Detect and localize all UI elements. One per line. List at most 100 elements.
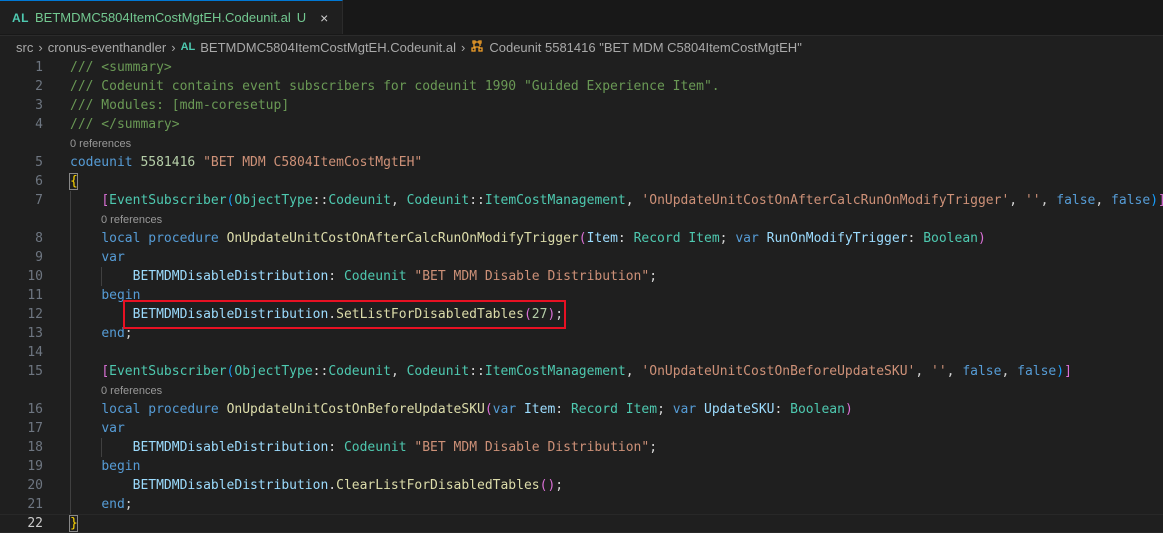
code-token: "BET MDM Disable Distribution": [414, 269, 650, 284]
code-line[interactable]: 18 BETMDMDisableDistribution: Codeunit "…: [0, 438, 1163, 457]
chevron-right-icon: ›: [461, 39, 466, 55]
code-token: '': [1024, 193, 1041, 208]
tab-bar: AL BETMDMC5804ItemCostMgtEH.Codeunit.al …: [0, 0, 1163, 36]
line-number: 4: [35, 117, 43, 132]
code-token: :: [328, 440, 344, 455]
code-token: Codeunit: [343, 440, 407, 455]
code-line[interactable]: 6{: [0, 172, 1163, 191]
code-line[interactable]: 15 [EventSubscriber(ObjectType::Codeunit…: [0, 362, 1163, 381]
code-token: :: [328, 269, 344, 284]
code-lens-references[interactable]: 0 references: [101, 213, 162, 227]
red-highlight-box: [123, 300, 566, 329]
code-token: /// Modules: [mdm-coresetup]: [70, 98, 290, 113]
code-token: ]: [1158, 193, 1163, 208]
code-line[interactable]: 9 var: [0, 248, 1163, 267]
code-token: BETMDMDisableDistribution: [132, 269, 329, 284]
code-line[interactable]: 20 BETMDMDisableDistribution.ClearListFo…: [0, 476, 1163, 495]
editor-tab[interactable]: AL BETMDMC5804ItemCostMgtEH.Codeunit.al …: [0, 0, 344, 34]
code-line[interactable]: 1 /// <summary>: [0, 58, 1163, 77]
code-line[interactable]: 3 /// Modules: [mdm-coresetup]: [0, 96, 1163, 115]
untracked-status-badge: U: [296, 10, 307, 25]
code-text: /// </summary>: [70, 115, 180, 134]
code-token: var: [672, 402, 697, 417]
code-token: ItemCostManagement: [484, 364, 626, 379]
code-token: UpdateSKU: [704, 402, 775, 417]
code-line[interactable]: 4 /// </summary>: [0, 115, 1163, 134]
line-number: 1: [35, 60, 43, 75]
line-number: 6: [35, 174, 43, 189]
line-number: 3: [35, 98, 43, 113]
code-line[interactable]: 2 /// Codeunit contains event subscribers…: [0, 77, 1163, 96]
code-token: procedure: [148, 402, 219, 417]
code-token: /// </summary>: [70, 117, 180, 132]
code-token: "BET MDM Disable Distribution": [414, 440, 650, 455]
code-token: Item: [523, 402, 556, 417]
code-line[interactable]: 22}: [0, 514, 1163, 533]
code-editor[interactable]: 1 /// <summary> 2 /// Codeunit contains eve…: [0, 58, 1163, 533]
code-token: ItemCostManagement: [484, 193, 626, 208]
code-line[interactable]: 21 end;: [0, 495, 1163, 514]
code-token: ObjectType: [234, 193, 313, 208]
code-lens-references[interactable]: 0 references: [101, 384, 162, 398]
code-line[interactable]: 10 BETMDMDisableDistribution: Codeunit "…: [0, 267, 1163, 286]
code-line[interactable]: 19 begin: [0, 457, 1163, 476]
code-token: /// Codeunit contains event subscribers …: [70, 79, 720, 94]
code-line[interactable]: 8 local procedure OnUpdateUnitCostOnAfte…: [0, 229, 1163, 248]
code-token: ClearListForDisabledTables: [336, 478, 540, 493]
line-number: 11: [27, 288, 43, 303]
code-token: ;: [649, 269, 658, 284]
code-token: Item: [688, 231, 720, 246]
code-token: ,: [625, 193, 642, 208]
code-token: ]: [1064, 364, 1072, 379]
breadcrumb-item-file[interactable]: BETMDMC5804ItemCostMgtEH.Codeunit.al: [200, 40, 456, 55]
code-token: Record: [633, 231, 681, 246]
code-token: ;: [657, 402, 673, 417]
code-token: :: [617, 231, 634, 246]
code-token: OnUpdateUnitCostOnBeforeUpdateSKU: [226, 402, 485, 417]
code-token: BETMDMDisableDistribution: [132, 478, 329, 493]
breadcrumb-item-folder[interactable]: cronus-eventhandler: [48, 40, 167, 55]
code-line[interactable]: 16 local procedure OnUpdateUnitCostOnBef…: [0, 400, 1163, 419]
code-text: var: [70, 248, 124, 267]
code-lens-references[interactable]: 0 references: [70, 137, 131, 151]
line-number: 20: [27, 478, 43, 493]
code-token: :: [555, 402, 571, 417]
code-token: ::: [469, 364, 485, 379]
code-token: ): [977, 231, 986, 246]
code-line[interactable]: 5 codeunit 5581416 "BET MDM C5804ItemCost…: [0, 153, 1163, 172]
line-number: 21: [27, 497, 43, 512]
code-token: '': [931, 364, 947, 379]
code-token: ): [844, 402, 853, 417]
code-line[interactable]: 14: [0, 343, 1163, 362]
code-token: false: [962, 364, 1002, 379]
chevron-right-icon: ›: [171, 39, 176, 55]
line-number: 14: [27, 345, 43, 360]
code-token: var: [492, 402, 517, 417]
code-token: var: [101, 421, 125, 436]
code-token: [: [101, 193, 110, 208]
code-token: ,: [946, 364, 963, 379]
line-number: 22: [27, 516, 43, 531]
tab-title[interactable]: BETMDMC5804ItemCostMgtEH.Codeunit.al: [35, 10, 291, 25]
code-token: codeunit: [70, 155, 133, 170]
codeunit-symbol-icon: [470, 39, 484, 56]
code-token: BETMDMDisableDistribution: [132, 440, 329, 455]
code-line[interactable]: 17 var: [0, 419, 1163, 438]
close-icon[interactable]: ×: [316, 10, 332, 26]
code-token: (: [578, 231, 587, 246]
code-text: /// <summary>: [70, 58, 172, 77]
code-token: OnUpdateUnitCostOnAfterCalcRunOnModifyTr…: [226, 231, 579, 246]
code-line[interactable]: 7 [EventSubscriber(ObjectType::Codeunit,…: [0, 191, 1163, 210]
breadcrumb-item-symbol[interactable]: Codeunit 5581416 "BET MDM C5804ItemCostM…: [489, 40, 801, 55]
breadcrumb-item-src[interactable]: src: [16, 40, 33, 55]
code-text: codeunit 5581416 "BET MDM C5804ItemCostM…: [70, 153, 422, 172]
